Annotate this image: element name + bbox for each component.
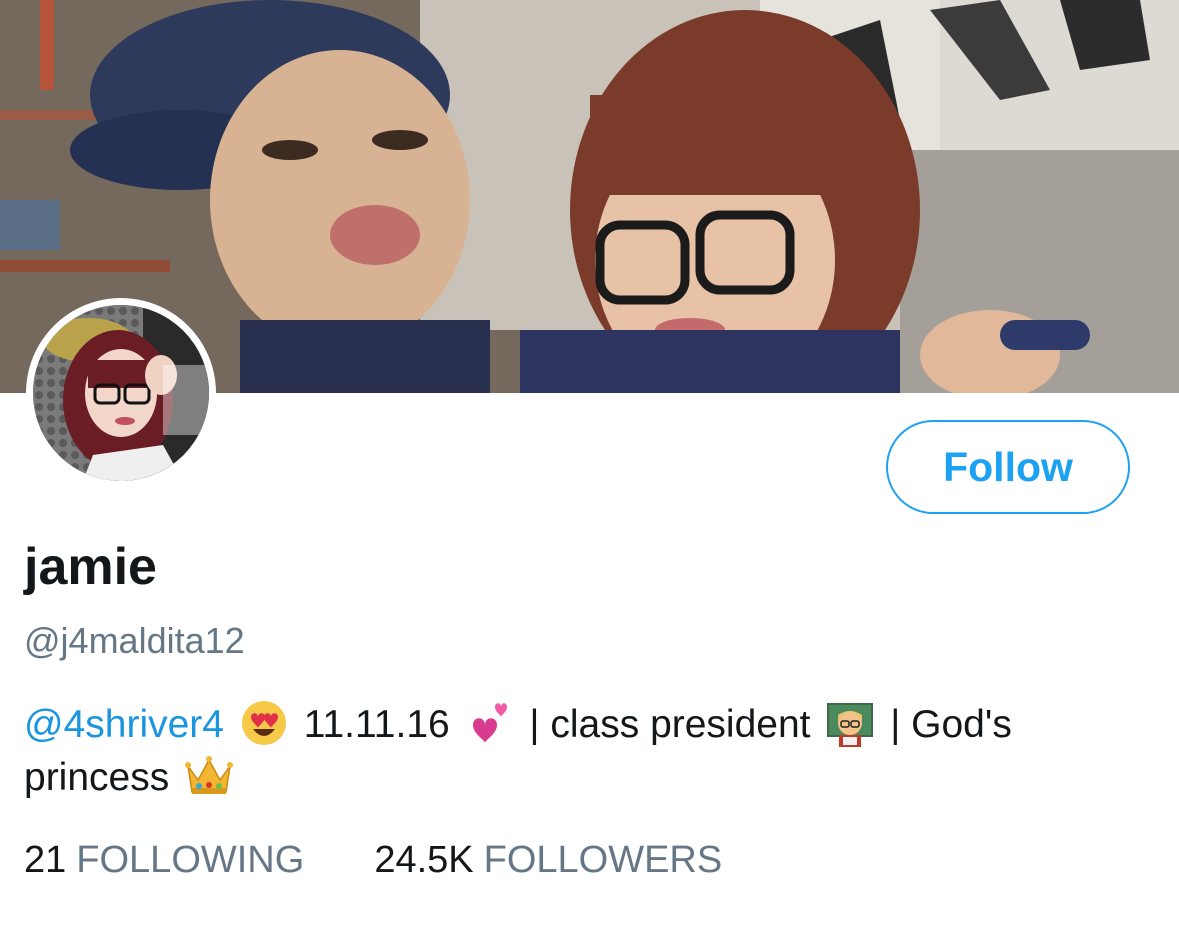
display-name: jamie <box>24 538 157 596</box>
crown-emoji-icon <box>184 752 234 800</box>
following-count: 21 <box>24 839 67 881</box>
profile-bio: @4shriver4 11.11.16 | class president | … <box>24 698 1144 804</box>
user-handle: @j4maldita12 <box>24 620 245 661</box>
bio-class-president: | class president <box>529 703 811 746</box>
bio-mention-link[interactable]: @4shriver4 <box>24 703 224 746</box>
follow-button[interactable]: Follow <box>886 420 1130 514</box>
profile-stats: 21 FOLLOWING 24.5K FOLLOWERS <box>24 834 722 886</box>
avatar[interactable] <box>26 298 216 488</box>
heart-eyes-emoji-icon <box>239 699 289 747</box>
bio-gods: | God's <box>890 703 1012 746</box>
followers-count: 24.5K <box>374 839 474 881</box>
followers-label: FOLLOWERS <box>483 839 723 881</box>
bio-princess: princess <box>24 756 170 799</box>
following-stat[interactable]: 21 FOLLOWING <box>24 834 304 886</box>
following-label: FOLLOWING <box>76 839 305 881</box>
two-hearts-emoji-icon <box>465 699 515 747</box>
bio-date: 11.11.16 <box>303 703 450 746</box>
teacher-emoji-icon <box>825 699 875 747</box>
avatar-image <box>33 305 209 481</box>
followers-stat[interactable]: 24.5K FOLLOWERS <box>374 834 722 886</box>
